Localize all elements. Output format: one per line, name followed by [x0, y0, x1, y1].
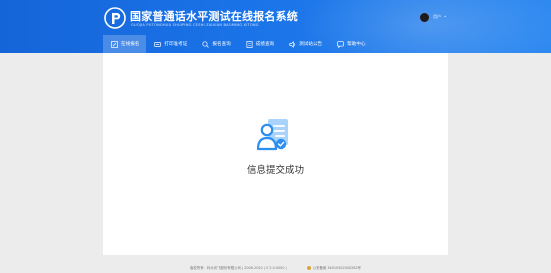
search-icon: [202, 40, 210, 48]
user-name[interactable]: 用户: [433, 14, 441, 20]
logo-icon: [104, 7, 126, 29]
footer-police-record[interactable]: 公安备案 34010302000262号: [313, 265, 361, 270]
nav-label: 成绩查询: [255, 42, 275, 47]
nav-label: 打印准考证: [164, 42, 188, 47]
nav-label: 帮助中心: [347, 42, 366, 47]
nav-registration-query[interactable]: 报名查询: [194, 35, 237, 53]
main-nav: 在线报名 打印准考证 报名查询 成绩查询 测试站公告 帮助中心: [103, 35, 448, 53]
nav-label: 报名查询: [212, 42, 231, 47]
speaker-icon: [289, 40, 296, 48]
document-icon: [246, 40, 253, 48]
ticket-icon: [154, 41, 162, 47]
site-title: 国家普通话水平测试在线报名系统: [130, 10, 298, 23]
content-card: [103, 53, 448, 255]
footer-copyright: 版权所有：科大讯飞股份有限公司 | 2006-2020 | V 2.0.0000…: [190, 266, 287, 270]
nav-online-registration[interactable]: 在线报名: [103, 35, 147, 53]
top-header: 国家普通话水平测试在线报名系统 GUOJIA PUTONGHUA SHUIPIN…: [0, 0, 551, 53]
site-subtitle: GUOJIA PUTONGHUA SHUIPING CESHI ZAIXIAN …: [131, 23, 259, 27]
nav-station-notice[interactable]: 测试站公告: [281, 35, 329, 53]
police-badge-icon: [306, 265, 311, 270]
nav-label: 测试站公告: [299, 42, 323, 47]
chevron-down-icon[interactable]: ⌄: [443, 13, 447, 19]
user-avatar[interactable]: [419, 12, 430, 23]
nav-help-center[interactable]: 帮助中心: [329, 35, 372, 53]
user-profile-icon: [256, 119, 288, 151]
footer: 版权所有：科大讯飞股份有限公司 | 2006-2020 | V 2.0.0000…: [0, 262, 551, 273]
help-icon: [337, 40, 344, 48]
success-message: 信息提交成功: [246, 165, 304, 176]
nav-label: 在线报名: [121, 42, 140, 47]
edit-icon: [111, 40, 118, 48]
nav-print-ticket[interactable]: 打印准考证: [146, 35, 194, 53]
nav-score-query[interactable]: 成绩查询: [238, 35, 281, 53]
